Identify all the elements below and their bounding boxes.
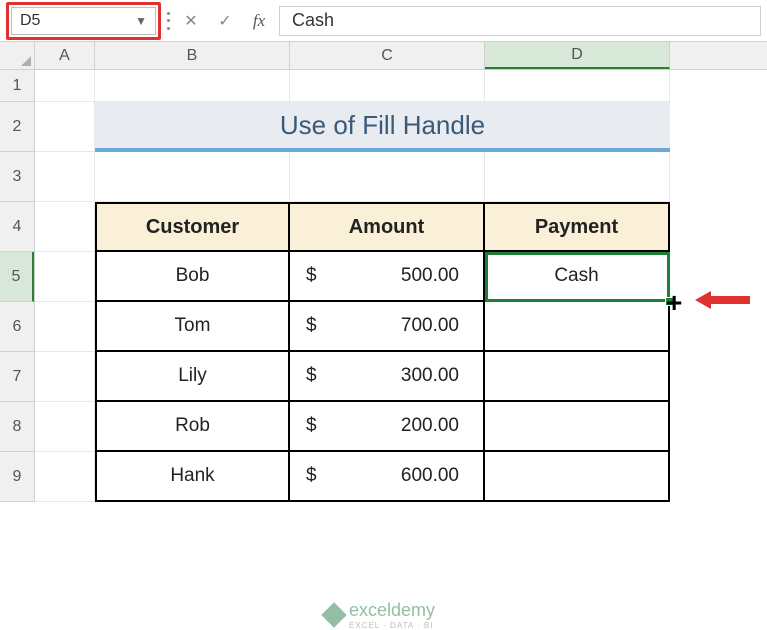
spreadsheet-area: A B C D 1 2 3 4 5 6 7 8 9 <box>0 42 767 502</box>
cell[interactable] <box>35 302 95 352</box>
cell[interactable] <box>35 402 95 452</box>
col-header-D[interactable]: D <box>485 42 670 69</box>
col-header-B[interactable]: B <box>95 42 290 69</box>
chevron-down-icon[interactable]: ▼ <box>135 14 147 28</box>
col-header-C[interactable]: C <box>290 42 485 69</box>
row-header-8[interactable]: 8 <box>0 402 34 452</box>
amount-value: 600.00 <box>401 465 459 487</box>
divider <box>167 8 171 34</box>
currency-symbol: $ <box>306 415 317 437</box>
row-header-5[interactable]: 5 <box>0 252 34 302</box>
table-cell-customer[interactable]: Bob <box>95 252 290 302</box>
row-header-3[interactable]: 3 <box>0 152 34 202</box>
row-headers: 1 2 3 4 5 6 7 8 9 <box>0 70 35 502</box>
cell[interactable] <box>290 70 485 102</box>
cell[interactable] <box>35 152 95 202</box>
table-cell-payment[interactable] <box>485 352 670 402</box>
enter-icon[interactable]: ✓ <box>211 7 239 35</box>
name-box-value: D5 <box>20 12 40 30</box>
row-header-1[interactable]: 1 <box>0 70 34 102</box>
amount-value: 700.00 <box>401 315 459 337</box>
row-header-7[interactable]: 7 <box>0 352 34 402</box>
cell[interactable] <box>35 452 95 502</box>
table-header-payment[interactable]: Payment <box>485 202 670 252</box>
cell[interactable] <box>35 70 95 102</box>
column-headers: A B C D <box>0 42 767 70</box>
amount-value: 500.00 <box>401 265 459 287</box>
fill-cursor-icon: + <box>666 289 682 317</box>
col-header-A[interactable]: A <box>35 42 95 69</box>
currency-symbol: $ <box>306 365 317 387</box>
table-cell-customer[interactable]: Hank <box>95 452 290 502</box>
table-cell-customer[interactable]: Lily <box>95 352 290 402</box>
table-cell-amount[interactable]: $500.00 <box>290 252 485 302</box>
table-header-amount[interactable]: Amount <box>290 202 485 252</box>
table-cell-amount[interactable]: $300.00 <box>290 352 485 402</box>
cell[interactable] <box>35 202 95 252</box>
watermark-tag: EXCEL · DATA · BI <box>349 621 435 630</box>
table-header-customer[interactable]: Customer <box>95 202 290 252</box>
table-cell-amount[interactable]: $700.00 <box>290 302 485 352</box>
row-header-9[interactable]: 9 <box>0 452 34 502</box>
logo-icon <box>321 602 346 627</box>
cell[interactable] <box>95 70 290 102</box>
table-cell-customer[interactable]: Tom <box>95 302 290 352</box>
amount-value: 200.00 <box>401 415 459 437</box>
cell[interactable] <box>290 152 485 202</box>
row-header-4[interactable]: 4 <box>0 202 34 252</box>
table-cell-payment[interactable] <box>485 302 670 352</box>
cell[interactable] <box>35 252 95 302</box>
arrow-left-icon <box>695 289 755 311</box>
currency-symbol: $ <box>306 465 317 487</box>
table-cell-customer[interactable]: Rob <box>95 402 290 452</box>
currency-symbol: $ <box>306 315 317 337</box>
cell[interactable] <box>485 152 670 202</box>
table-cell-payment[interactable] <box>485 452 670 502</box>
select-all-corner[interactable] <box>0 42 35 70</box>
cell[interactable] <box>35 352 95 402</box>
grid[interactable]: Customer Amount Payment Bob $500.00 Cash… <box>35 70 767 502</box>
cancel-icon[interactable]: ✕ <box>177 7 205 35</box>
table-cell-payment[interactable] <box>485 402 670 452</box>
formula-input[interactable]: Cash <box>279 6 761 36</box>
table-cell-payment[interactable]: Cash <box>485 252 670 302</box>
row-header-6[interactable]: 6 <box>0 302 34 352</box>
cell[interactable] <box>95 152 290 202</box>
sheet-title[interactable]: Use of Fill Handle <box>95 102 670 152</box>
row-header-2[interactable]: 2 <box>0 102 34 152</box>
name-box[interactable]: D5 ▼ <box>11 7 156 35</box>
currency-symbol: $ <box>306 265 317 287</box>
table-cell-amount[interactable]: $600.00 <box>290 452 485 502</box>
cell[interactable] <box>35 102 95 152</box>
amount-value: 300.00 <box>401 365 459 387</box>
formula-value: Cash <box>292 10 334 31</box>
watermark-brand: exceldemy <box>349 600 435 621</box>
table-cell-amount[interactable]: $200.00 <box>290 402 485 452</box>
watermark: exceldemy EXCEL · DATA · BI <box>325 600 435 630</box>
name-box-highlight: D5 ▼ <box>6 2 161 40</box>
formula-bar: D5 ▼ ✕ ✓ fx Cash <box>0 0 767 42</box>
fx-icon[interactable]: fx <box>245 7 273 35</box>
cell[interactable] <box>485 70 670 102</box>
